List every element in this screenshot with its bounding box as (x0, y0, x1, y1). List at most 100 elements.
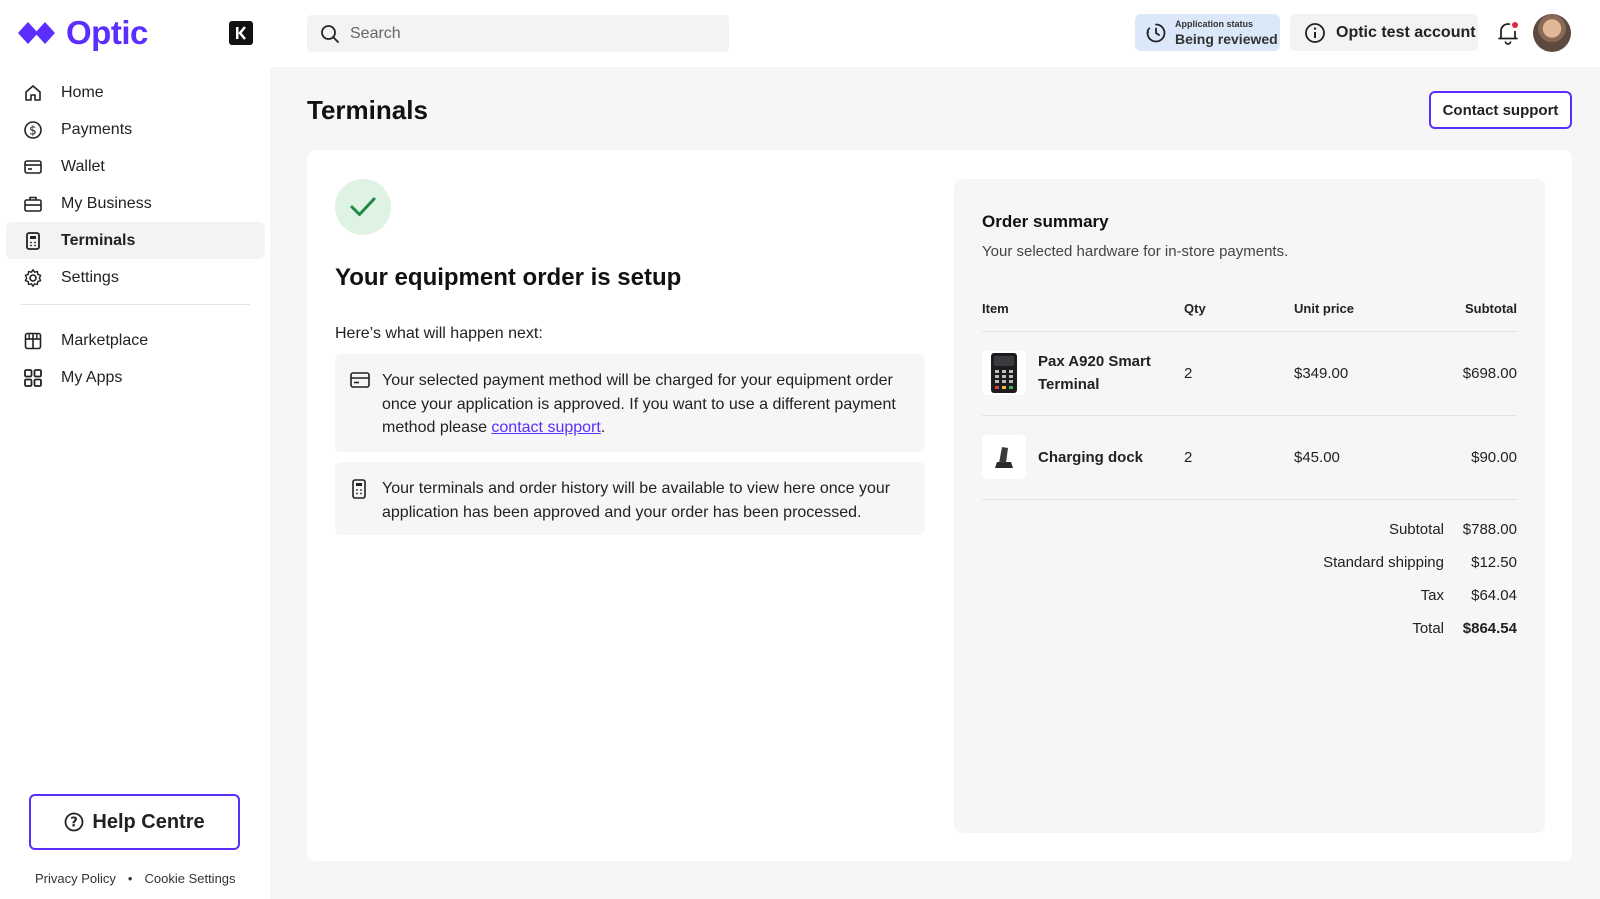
item-qty: 2 (1184, 365, 1193, 382)
account-name: Optic test account (1336, 23, 1476, 41)
column-header-subtotal: Subtotal (1465, 301, 1517, 316)
wallet-icon (22, 156, 44, 178)
dollar-icon: $ (22, 119, 44, 141)
optic-logo-icon (18, 22, 55, 44)
terminal-icon (22, 230, 44, 252)
privacy-policy-link[interactable]: Privacy Policy (35, 871, 116, 886)
column-header-item: Item (982, 301, 1009, 316)
shipping-label: Standard shipping (1323, 554, 1444, 571)
collapse-icon (236, 26, 246, 40)
footer-links: Privacy Policy • Cookie Settings (35, 871, 236, 886)
pax-terminal-image-icon (991, 353, 1017, 393)
item-name: Pax A920 Smart Terminal (1038, 350, 1151, 396)
terminals-info-box: Your terminals and order history will be… (335, 462, 925, 535)
sidebar: Optic Home $ Payments Wallet My Business… (0, 0, 270, 899)
brand-name: Optic (66, 14, 148, 51)
sidebar-item-my-business[interactable]: My Business (6, 185, 265, 222)
bell-icon (1498, 22, 1518, 45)
application-status-badge[interactable]: Application status Being reviewed (1135, 14, 1280, 51)
checkmark-icon (350, 197, 376, 216)
svg-text:?: ? (71, 816, 79, 831)
tax-label: Tax (1420, 587, 1444, 604)
sidebar-item-wallet[interactable]: Wallet (6, 148, 265, 185)
contact-support-button[interactable]: Contact support (1429, 91, 1572, 129)
search-input[interactable] (350, 24, 710, 43)
confirmation-heading: Your equipment order is setup (335, 264, 682, 291)
payment-info-box: Your selected payment method will be cha… (335, 354, 925, 452)
user-avatar[interactable] (1533, 14, 1571, 52)
sidebar-item-label: My Business (61, 194, 152, 212)
tax-value: $64.04 (1471, 587, 1517, 604)
charging-dock-image-icon (995, 447, 1013, 468)
item-name-line: Pax A920 Smart (1038, 353, 1151, 370)
help-centre-label: Help Centre (92, 810, 205, 833)
row-divider (982, 499, 1517, 500)
order-summary-panel: Order summary Your selected hardware for… (954, 179, 1545, 833)
apps-grid-icon (22, 367, 44, 389)
sidebar-nav: Home $ Payments Wallet My Business Termi… (6, 74, 265, 396)
home-icon (22, 82, 44, 104)
search-icon (321, 24, 339, 43)
page-title: Terminals (307, 95, 428, 125)
terminals-info-text: Your terminals and order history will be… (382, 480, 891, 521)
info-icon (1304, 22, 1326, 44)
collapse-sidebar-button[interactable] (229, 21, 253, 45)
row-divider (982, 415, 1517, 416)
sidebar-item-marketplace[interactable]: Marketplace (6, 322, 265, 359)
sidebar-item-terminals[interactable]: Terminals (6, 222, 265, 259)
charging-dock-thumbnail (982, 435, 1026, 479)
subtotal-value: $788.00 (1462, 521, 1517, 538)
shipping-value: $12.50 (1471, 554, 1517, 571)
brand-logo[interactable]: Optic (18, 14, 148, 52)
credit-card-icon (350, 371, 370, 389)
order-confirmation-card: Your equipment order is setup Here’s wha… (307, 150, 1572, 861)
sidebar-item-label: Settings (61, 268, 119, 286)
order-summary-subtitle: Your selected hardware for in-store paym… (982, 243, 1289, 260)
briefcase-icon (22, 193, 44, 215)
application-status-value: Being reviewed (1175, 30, 1278, 47)
total-label: Total (1412, 620, 1444, 637)
sidebar-item-label: Wallet (61, 157, 105, 175)
svg-text:$: $ (29, 123, 37, 137)
column-header-qty: Qty (1184, 301, 1206, 316)
terminal-icon (350, 479, 368, 499)
payment-info-end: . (600, 419, 606, 436)
sidebar-item-payments[interactable]: $ Payments (6, 111, 265, 148)
footer-separator: • (127, 871, 133, 886)
clock-pending-icon (1146, 23, 1166, 42)
notifications-button[interactable] (1496, 20, 1520, 46)
gear-icon (22, 267, 44, 289)
sidebar-item-my-apps[interactable]: My Apps (6, 359, 265, 396)
row-divider (982, 331, 1517, 332)
item-name-line: Terminal (1038, 376, 1100, 393)
cookie-settings-link[interactable]: Cookie Settings (144, 871, 235, 886)
item-subtotal: $90.00 (1471, 449, 1517, 466)
sidebar-item-label: Payments (61, 120, 133, 138)
item-unit-price: $349.00 (1294, 365, 1349, 382)
account-switcher[interactable]: Optic test account (1290, 14, 1478, 51)
help-centre-button[interactable]: ? Help Centre (29, 794, 240, 850)
sidebar-item-label: Terminals (61, 231, 136, 249)
column-header-unit-price: Unit price (1294, 301, 1354, 316)
sidebar-item-home[interactable]: Home (6, 74, 265, 111)
nav-divider (21, 304, 250, 305)
payment-info-text: Your selected payment method will be cha… (382, 372, 896, 436)
next-steps-label: Here’s what will happen next: (335, 325, 543, 342)
store-icon (22, 330, 44, 352)
total-value: $864.54 (1462, 620, 1517, 637)
contact-support-link[interactable]: contact support (491, 419, 600, 436)
item-name-line: Charging dock (1038, 449, 1144, 466)
sidebar-item-label: Home (61, 83, 104, 101)
sidebar-item-settings[interactable]: Settings (6, 259, 265, 296)
pax-terminal-thumbnail (982, 351, 1026, 395)
item-qty: 2 (1184, 449, 1193, 466)
item-subtotal: $698.00 (1462, 365, 1517, 382)
item-unit-price: $45.00 (1294, 449, 1340, 466)
subtotal-label: Subtotal (1388, 521, 1444, 538)
application-status-label: Application status (1175, 18, 1254, 29)
sidebar-item-label: My Apps (61, 368, 123, 386)
top-header: Application status Being reviewed Optic … (270, 0, 1600, 67)
item-name: Charging dock (1038, 446, 1143, 469)
question-circle-icon: ? (64, 812, 84, 832)
search-bar[interactable] (307, 15, 729, 52)
